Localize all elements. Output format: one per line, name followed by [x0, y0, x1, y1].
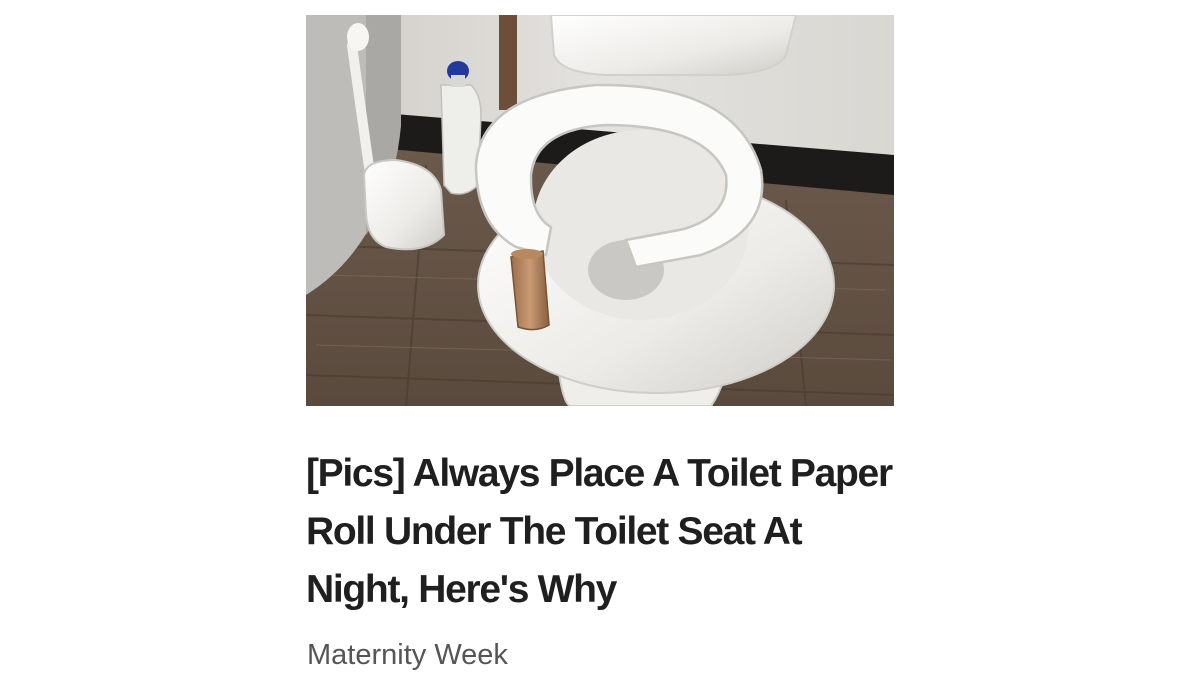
ad-thumbnail-image[interactable] — [306, 15, 894, 406]
ad-headline[interactable]: [Pics] Always Place A Toilet Paper Roll … — [306, 445, 894, 619]
sponsored-ad-card[interactable]: [Pics] Always Place A Toilet Paper Roll … — [306, 15, 894, 671]
toilet-photo-icon — [306, 15, 894, 406]
ad-source-label[interactable]: Maternity Week — [307, 637, 508, 673]
